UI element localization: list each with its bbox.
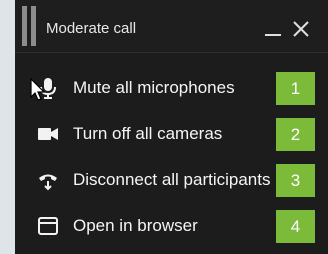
drag-handle[interactable] [22,6,37,46]
menu-item-label: Mute all microphones [73,78,235,97]
menu-item-label: Open in browser [73,216,198,235]
shortcut-badge: 3 [276,164,315,197]
minimize-icon[interactable] [263,21,283,39]
menu-item-label: Turn off all cameras [73,124,223,143]
close-icon[interactable] [291,19,311,39]
window-title: Moderate call [46,20,137,37]
shortcut-badge: 4 [276,210,315,243]
open-in-browser-item[interactable]: Open in browser 4 [15,203,328,249]
turn-off-all-cameras-item[interactable]: Turn off all cameras 2 [15,111,328,157]
camera-icon [37,123,59,145]
menu-item-label: Disconnect all participants [73,170,271,189]
shortcut-badge: 1 [276,72,315,105]
moderate-call-panel: Moderate call Mute all microphones 1 Tur… [15,0,328,254]
mouse-pointer-icon [30,78,46,101]
disconnect-icon [37,169,59,191]
title-bar: Moderate call [15,0,328,53]
shortcut-badge: 2 [276,118,315,151]
disconnect-all-participants-item[interactable]: Disconnect all participants 3 [15,157,328,203]
browser-window-icon [37,215,59,237]
mute-all-microphones-item[interactable]: Mute all microphones 1 [15,65,328,111]
